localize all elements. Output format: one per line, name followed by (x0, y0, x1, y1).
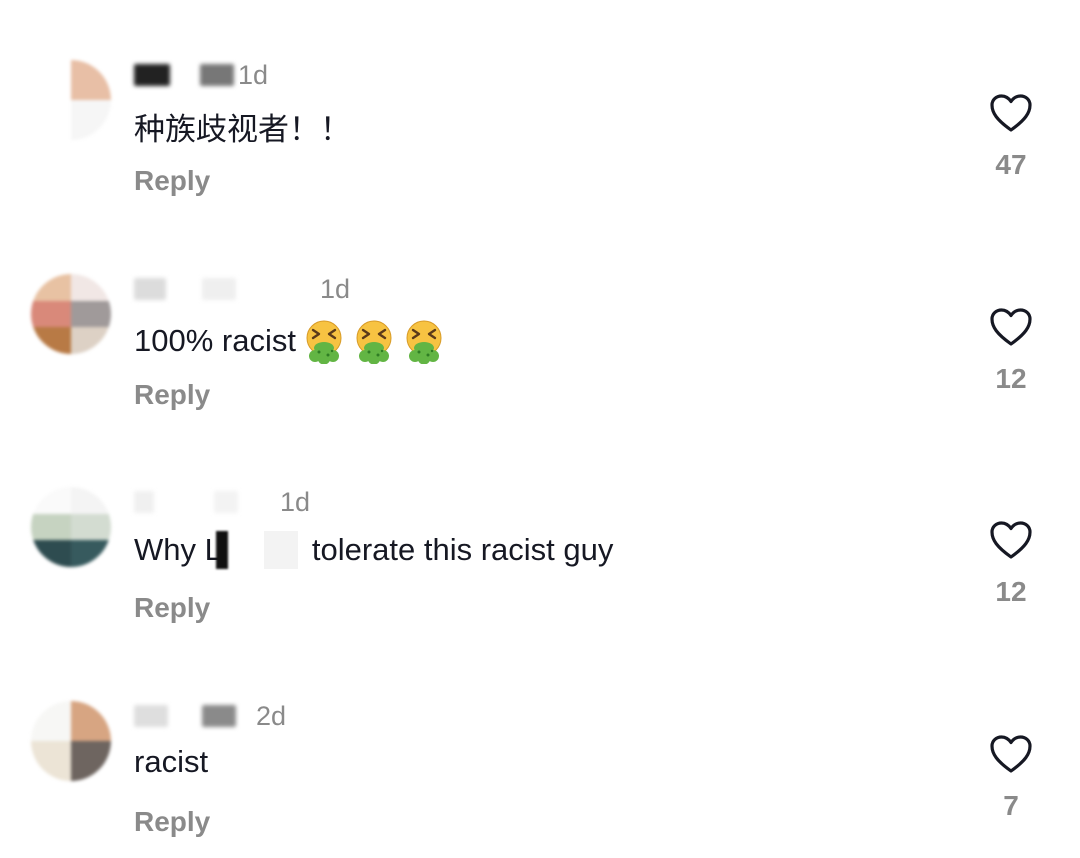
avatar-pixel (71, 487, 111, 514)
avatar-pixel (71, 274, 111, 301)
heart-outline-icon (990, 735, 1032, 773)
redacted-username (202, 278, 236, 300)
username-row[interactable]: 1d (134, 487, 310, 517)
redacted-username (202, 705, 236, 727)
like-button[interactable]: 7 (984, 734, 1038, 822)
face-vomiting-emoji-icon (306, 320, 342, 364)
face-vomiting-emoji-icon (356, 320, 392, 364)
redacted-username (134, 491, 154, 513)
avatar-pixel (31, 327, 71, 354)
comment-time: 1d (320, 273, 351, 304)
avatar-pixel (31, 487, 71, 514)
comment-time: 1d (280, 486, 311, 517)
avatar-pixel (31, 741, 71, 781)
reply-button[interactable]: Reply (134, 592, 210, 624)
redacted-text (263, 531, 298, 569)
comment-text-body: 100% racist (134, 323, 296, 358)
comment-text-end: tolerate this racist guy (311, 532, 614, 567)
avatar-pixel (71, 327, 111, 354)
face-vomiting-emoji-icon (406, 320, 442, 364)
like-button[interactable]: 12 (984, 307, 1038, 395)
avatar-pixel (31, 540, 71, 567)
avatar-pixel (31, 300, 71, 328)
like-count: 12 (995, 363, 1027, 394)
emoji-group (296, 318, 446, 364)
username-row[interactable]: 2d (134, 701, 286, 731)
avatar-pixel (71, 701, 111, 741)
like-button[interactable]: 12 (984, 520, 1038, 608)
redacted-text (215, 531, 228, 569)
comment-text: racist (134, 744, 209, 779)
avatar-pixel (31, 701, 71, 741)
avatar-pixel (71, 300, 111, 328)
username-row[interactable]: 1d (134, 274, 350, 304)
comment-item: 2d racist Reply 7 (0, 0, 1080, 837)
redacted-username (134, 278, 166, 300)
avatar[interactable] (31, 274, 111, 354)
avatar-pixel (71, 540, 111, 567)
avatar[interactable] (31, 487, 111, 567)
comment-text-start: Why L (134, 532, 222, 567)
heart-outline-icon (990, 308, 1032, 346)
avatar-pixel (71, 741, 111, 781)
reply-button[interactable]: Reply (134, 806, 210, 838)
redacted-username (134, 705, 168, 727)
avatar[interactable] (31, 701, 111, 781)
comment-text: Why L tolerate this racist guy (134, 531, 613, 569)
redacted-username (214, 491, 238, 513)
comment-text: 100% racist (134, 318, 446, 364)
heart-outline-icon (990, 521, 1032, 559)
avatar-pixel (31, 513, 71, 541)
avatar-pixel (31, 274, 71, 301)
comment-time: 2d (256, 700, 287, 731)
like-count: 7 (1003, 790, 1019, 821)
reply-button[interactable]: Reply (134, 379, 210, 411)
like-count: 12 (995, 576, 1027, 607)
avatar-pixel (71, 513, 111, 541)
